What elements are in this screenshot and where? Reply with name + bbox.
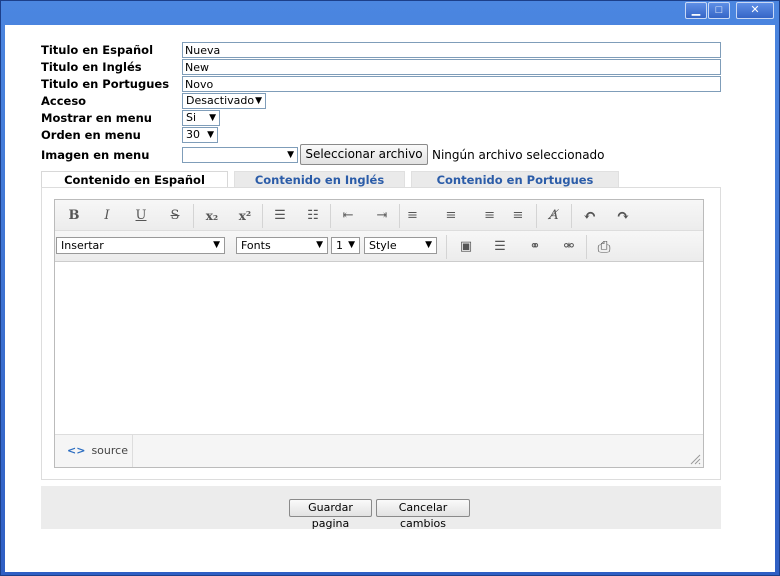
client-area: Titulo en Español Nueva Titulo en Inglés… [5,25,775,572]
link-icon[interactable]: ⚭ [524,238,546,256]
acceso-select[interactable]: Desactivado ▼ [182,93,266,109]
subscript-icon[interactable]: x₂ [201,207,223,225]
redo-icon[interactable]: ↷ [612,207,634,225]
source-button[interactable]: <> source [55,435,133,467]
acceso-value: Desactivado [186,94,255,107]
code-icon: <> [67,444,86,457]
size-select-value: 1 [336,239,343,252]
editor-toolbar-insert: Insertar ▼ Fonts ▼ 1 ▼ Style ▼ ▣ ☰ ⚭ ⚮ ⎙ [55,231,703,262]
remove-format-icon[interactable]: A̸ [543,207,565,225]
fonts-select[interactable]: Fonts ▼ [236,237,328,254]
maximize-icon: □ [715,4,723,16]
insert-select-value: Insertar [61,239,104,252]
chevron-down-icon: ▼ [287,150,294,160]
chevron-down-icon: ▼ [425,240,432,250]
italic-icon[interactable]: I [96,207,118,225]
toolbar-divider [330,204,331,228]
label-titulo-en: Titulo en Inglés [41,60,142,74]
align-justify-icon[interactable]: ≡ [507,207,529,225]
unordered-list-icon[interactable]: ☷ [302,207,324,225]
titulo-pt-input[interactable]: Novo [182,76,721,92]
file-status: Ningún archivo seleccionado [432,148,605,162]
titulo-en-input[interactable]: New [182,59,721,75]
mostrar-select[interactable]: Si ▼ [182,110,220,126]
strikethrough-icon[interactable]: S [164,207,186,225]
select-file-button[interactable]: Seleccionar archivo [300,144,428,165]
toolbar-divider [446,235,447,259]
app-window: ▁ □ ✕ Titulo en Español Nueva Titulo en … [0,0,780,576]
undo-icon[interactable]: ↶ [579,207,601,225]
insert-select[interactable]: Insertar ▼ [56,237,225,254]
underline-icon[interactable]: U [130,207,152,225]
style-select-value: Style [369,239,397,252]
print-icon[interactable]: ⎙ [593,238,615,256]
tab-contenido-pt[interactable]: Contenido en Portugues [411,171,619,188]
align-center-icon[interactable]: ≡ [440,207,462,225]
title-bar: ▁ □ ✕ [1,1,779,23]
editor-toolbar-formatting: B I U S x₂ x² ☰ ☷ ⇤ ⇥ ≡ ≡ ≡ ≡ A̸ ↶ ↷ [55,200,703,231]
titulo-es-input[interactable]: Nueva [182,42,721,58]
label-acceso: Acceso [41,94,87,108]
toolbar-divider [571,204,572,228]
mostrar-value: Si [186,111,197,124]
chevron-down-icon: ▼ [209,113,216,123]
save-page-button[interactable]: Guardar pagina [289,499,372,530]
orden-value: 30 [186,128,200,141]
fonts-select-value: Fonts [241,239,271,252]
toolbar-divider [586,235,587,259]
cancel-changes-button[interactable]: Cancelar cambios [376,499,470,530]
tab-contenido-en[interactable]: Contenido en Inglés [234,171,405,188]
style-select[interactable]: Style ▼ [364,237,437,254]
chevron-down-icon: ▼ [316,240,323,250]
label-orden: Orden en menu [41,128,141,142]
chevron-down-icon: ▼ [255,96,262,106]
rich-text-editor: B I U S x₂ x² ☰ ☷ ⇤ ⇥ ≡ ≡ ≡ ≡ A̸ ↶ ↷ Ins… [54,199,704,468]
editor-content-area[interactable] [55,262,703,434]
chevron-down-icon: ▼ [348,240,355,250]
size-select[interactable]: 1 ▼ [331,237,360,254]
label-titulo-pt: Titulo en Portugues [41,77,170,91]
actions-panel: Guardar pagina Cancelar cambios [41,486,721,530]
chevron-down-icon: ▼ [207,130,214,140]
indent-icon[interactable]: ⇥ [371,207,393,225]
maximize-button[interactable]: □ [708,2,730,19]
unlink-icon[interactable]: ⚮ [558,238,580,256]
toolbar-divider [262,204,263,228]
label-mostrar: Mostrar en menu [41,111,152,125]
close-icon: ✕ [750,4,760,16]
label-titulo-es: Titulo en Español [41,43,154,57]
outdent-icon[interactable]: ⇤ [337,207,359,225]
resize-handle-icon[interactable] [689,453,701,465]
superscript-icon[interactable]: x² [234,207,256,225]
toolbar-divider [536,204,537,228]
toolbar-divider [193,204,194,228]
editor-status-bar: <> source [55,434,703,467]
minimize-button[interactable]: ▁ [685,2,707,19]
toolbar-divider [399,204,400,228]
imagen-select[interactable]: ▼ [182,147,298,163]
close-button[interactable]: ✕ [736,2,774,19]
image-icon[interactable]: ▣ [455,238,477,256]
align-left-icon[interactable]: ≡ [407,207,429,225]
bold-icon[interactable]: B [63,207,85,225]
align-right-icon[interactable]: ≡ [473,207,495,225]
minimize-icon: ▁ [691,4,701,16]
chevron-down-icon: ▼ [213,240,220,250]
orden-select[interactable]: 30 ▼ [182,127,218,143]
horizontal-rule-icon[interactable]: ☰ [489,238,511,256]
source-label: source [91,444,128,457]
label-imagen: Imagen en menu [41,148,150,162]
ordered-list-icon[interactable]: ☰ [269,207,291,225]
